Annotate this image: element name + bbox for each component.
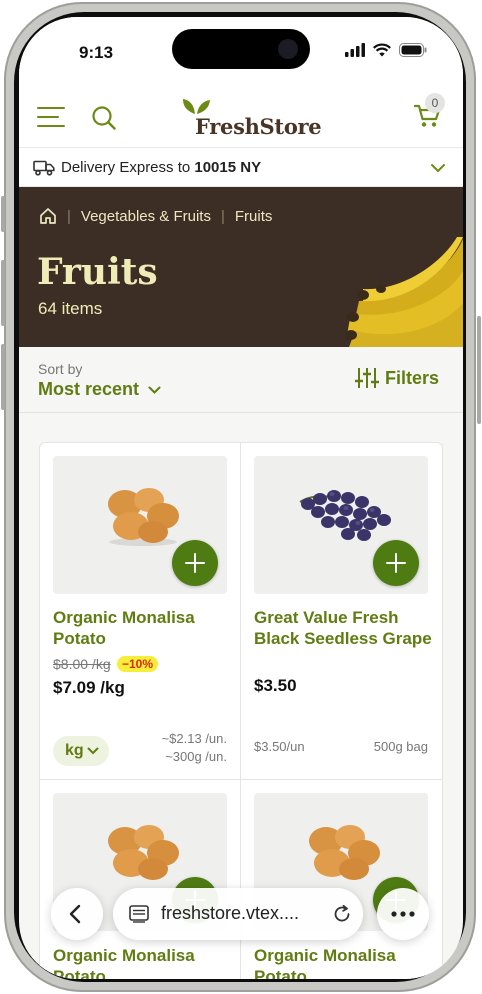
battery-icon: [399, 43, 427, 57]
filters-button[interactable]: Filters: [355, 367, 439, 389]
grid-divider-horizontal: [39, 779, 443, 780]
chevron-down-icon[interactable]: [430, 163, 446, 173]
status-bar: 9:13: [19, 17, 463, 87]
breadcrumb-fruits[interactable]: Fruits: [235, 208, 273, 225]
potato-image: [108, 488, 179, 546]
chevron-down-icon: [87, 747, 99, 755]
chevron-left-icon: [69, 904, 81, 924]
volume-down-button: [1, 344, 5, 410]
sort-value: Most recent: [38, 379, 140, 399]
status-time: 9:13: [79, 43, 114, 62]
delivery-bar[interactable]: Delivery Express to 10015 NY: [19, 147, 463, 187]
filters-label: Filters: [385, 367, 440, 388]
wifi-icon: [373, 43, 391, 57]
url-text: freshstore.vtex....: [161, 903, 300, 923]
breadcrumb-separator: |: [67, 207, 71, 225]
screen: 9:13 FreshStore 0 Delivery Express to 10…: [19, 17, 463, 979]
banana-image: [345, 237, 463, 347]
sort-dropdown[interactable]: Most recent: [38, 379, 161, 400]
page-title: Fruits: [37, 251, 158, 293]
delivery-location: 10015 NY: [194, 159, 262, 176]
add-to-cart-button[interactable]: [373, 540, 419, 586]
category-hero: | Vegetables & Fruits | Fruits Fruits 64…: [19, 187, 463, 347]
front-camera: [278, 39, 298, 59]
product-image[interactable]: [254, 456, 428, 594]
potato-image: [309, 825, 380, 880]
page-icon: [129, 905, 149, 923]
menu-icon[interactable]: [37, 107, 67, 134]
breadcrumb-separator: |: [220, 207, 225, 225]
unit-weight-estimate: ~300g /un.: [165, 749, 227, 764]
address-bar[interactable]: freshstore.vtex....: [113, 888, 363, 940]
product-price: $7.09 /kg: [53, 678, 125, 697]
delivery-text: Delivery Express to 10015 NY: [61, 159, 262, 176]
cart-count-badge: 0: [425, 93, 445, 113]
chevron-down-icon: [148, 386, 161, 395]
product-name[interactable]: Organic Monalisa Potato: [53, 945, 233, 979]
reload-icon[interactable]: [332, 904, 352, 924]
package-size: 500g bag: [373, 739, 428, 754]
add-to-cart-button[interactable]: [172, 540, 218, 586]
back-button[interactable]: [51, 888, 103, 940]
product-old-price: $8.00 /kg: [53, 656, 111, 672]
product-name[interactable]: Great Value Fresh Black Seedless Grape: [254, 607, 434, 649]
search-icon[interactable]: [91, 105, 117, 131]
discount-badge: −10%: [117, 656, 159, 672]
dynamic-island: [172, 29, 310, 69]
item-count: 64 items: [38, 299, 103, 318]
sliders-icon: [355, 368, 379, 388]
status-icons: [345, 43, 427, 57]
grape-image: [299, 490, 391, 541]
product-price: $3.50: [254, 676, 297, 695]
leaf-icon: [183, 99, 210, 114]
potato-image: [108, 825, 179, 880]
more-options-button[interactable]: [377, 888, 429, 940]
sort-filter-bar: Sort by Most recent Filters: [19, 347, 463, 413]
product-image[interactable]: [53, 456, 227, 594]
power-button: [477, 316, 481, 424]
unit-selector[interactable]: kg: [53, 736, 109, 766]
signal-icon: [345, 43, 365, 57]
breadcrumb-vegetables-fruits[interactable]: Vegetables & Fruits: [81, 208, 211, 225]
mute-switch: [1, 196, 5, 232]
logo-text: FreshStore: [195, 114, 322, 139]
site-header: FreshStore 0: [19, 87, 463, 147]
product-name[interactable]: Organic Monalisa Potato: [254, 945, 434, 979]
truck-icon: [33, 160, 55, 176]
home-icon[interactable]: [39, 207, 57, 225]
unit-selector-value: kg: [65, 742, 84, 759]
product-name[interactable]: Organic Monalisa Potato: [53, 607, 233, 649]
sort-label: Sort by: [38, 361, 83, 377]
more-icon: [391, 911, 415, 917]
breadcrumb: | Vegetables & Fruits | Fruits: [39, 207, 272, 225]
unit-price-estimate: ~$2.13 /un.: [161, 731, 227, 746]
volume-up-button: [1, 260, 5, 326]
unit-price: $3.50/un: [254, 739, 305, 754]
